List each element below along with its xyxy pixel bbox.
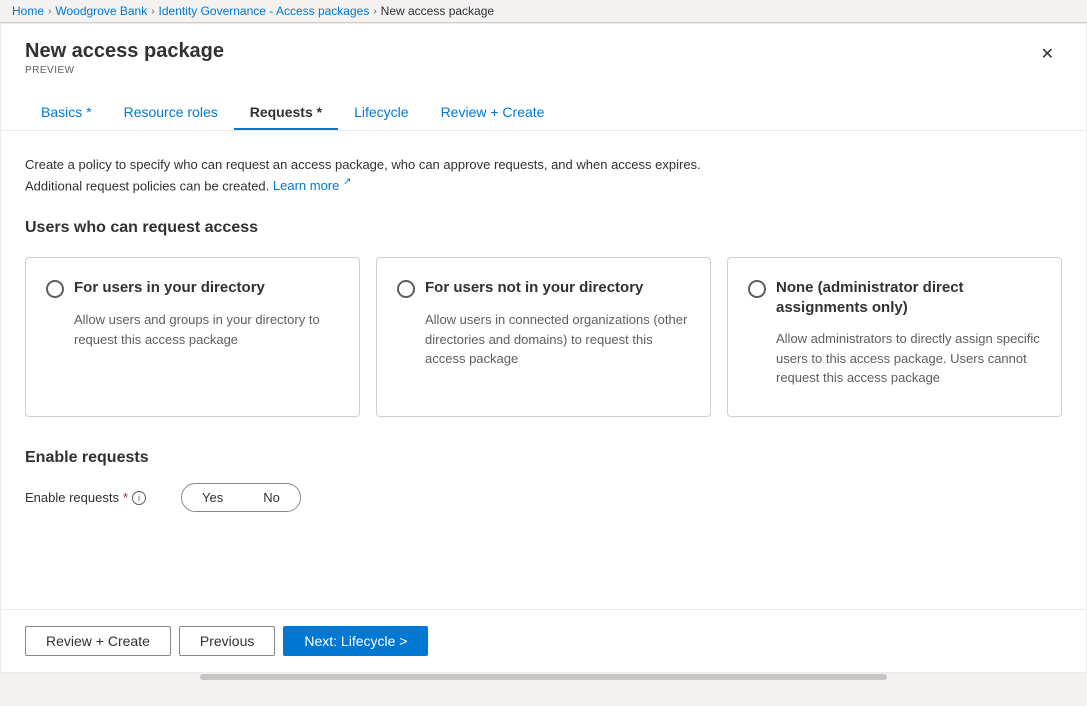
enable-requests-section: Enable requests Enable requests * i Yes … <box>25 449 1062 512</box>
tab-review-create[interactable]: Review + Create <box>425 96 561 130</box>
breadcrumb-separator-2: › <box>151 6 154 17</box>
breadcrumb: Home › Woodgrove Bank › Identity Governa… <box>12 4 494 18</box>
tab-basics[interactable]: Basics * <box>25 96 108 130</box>
option-card-not-in-directory[interactable]: For users not in your directory Allow us… <box>376 257 711 417</box>
tab-lifecycle[interactable]: Lifecycle <box>338 96 424 130</box>
toggle-no[interactable]: No <box>243 484 300 511</box>
breadcrumb-woodgrove[interactable]: Woodgrove Bank <box>55 4 147 18</box>
review-create-button[interactable]: Review + Create <box>25 626 171 656</box>
enable-requests-row: Enable requests * i Yes No <box>25 483 1062 512</box>
scrollbar-track[interactable] <box>200 674 887 680</box>
option-card-none[interactable]: None (administrator direct assignments o… <box>727 257 1062 417</box>
scrollbar-area <box>0 673 1087 681</box>
tab-nav: Basics * Resource roles Requests * Lifec… <box>25 96 1062 130</box>
option-card-in-directory[interactable]: For users in your directory Allow users … <box>25 257 360 417</box>
option-desc-in-directory: Allow users and groups in your directory… <box>46 310 339 349</box>
description-text: Create a policy to specify who can reque… <box>25 155 705 195</box>
enable-requests-title: Enable requests <box>25 449 1062 467</box>
breadcrumb-home[interactable]: Home <box>12 4 44 18</box>
radio-in-directory[interactable] <box>46 280 64 298</box>
tab-requests[interactable]: Requests * <box>234 96 338 130</box>
radio-none[interactable] <box>748 280 766 298</box>
option-desc-not-in-directory: Allow users in connected organizations (… <box>397 310 690 369</box>
enable-requests-label: Enable requests * i <box>25 490 165 505</box>
option-title-in-directory: For users in your directory <box>74 278 265 298</box>
tab-resource-roles[interactable]: Resource roles <box>108 96 234 130</box>
required-indicator: * <box>123 490 128 505</box>
previous-button[interactable]: Previous <box>179 626 275 656</box>
toggle-yes[interactable]: Yes <box>182 484 243 511</box>
radio-not-in-directory[interactable] <box>397 280 415 298</box>
breadcrumb-current: New access package <box>381 4 494 18</box>
users-section-title: Users who can request access <box>25 219 1062 237</box>
main-panel: New access package PREVIEW ✕ Basics * Re… <box>0 23 1087 673</box>
panel-title: New access package <box>25 40 224 63</box>
option-title-none: None (administrator direct assignments o… <box>776 278 1041 317</box>
enable-requests-toggle[interactable]: Yes No <box>181 483 301 512</box>
close-button[interactable]: ✕ <box>1033 40 1062 68</box>
external-link-icon: ↗ <box>343 177 351 188</box>
option-desc-none: Allow administrators to directly assign … <box>748 329 1041 388</box>
breadcrumb-separator-3: › <box>373 6 376 17</box>
enable-requests-label-text: Enable requests <box>25 490 119 505</box>
breadcrumb-identity-governance[interactable]: Identity Governance - Access packages <box>159 4 370 18</box>
panel-body: Create a policy to specify who can reque… <box>1 131 1086 536</box>
info-icon[interactable]: i <box>132 491 146 505</box>
panel-header: New access package PREVIEW ✕ Basics * Re… <box>1 24 1086 131</box>
learn-more-link[interactable]: Learn more ↗ <box>273 178 351 193</box>
preview-badge: PREVIEW <box>25 65 224 76</box>
next-lifecycle-button[interactable]: Next: Lifecycle > <box>283 626 428 656</box>
option-cards: For users in your directory Allow users … <box>25 257 1062 417</box>
option-title-not-in-directory: For users not in your directory <box>425 278 643 298</box>
breadcrumb-separator-1: › <box>48 6 51 17</box>
panel-footer: Review + Create Previous Next: Lifecycle… <box>1 609 1086 672</box>
